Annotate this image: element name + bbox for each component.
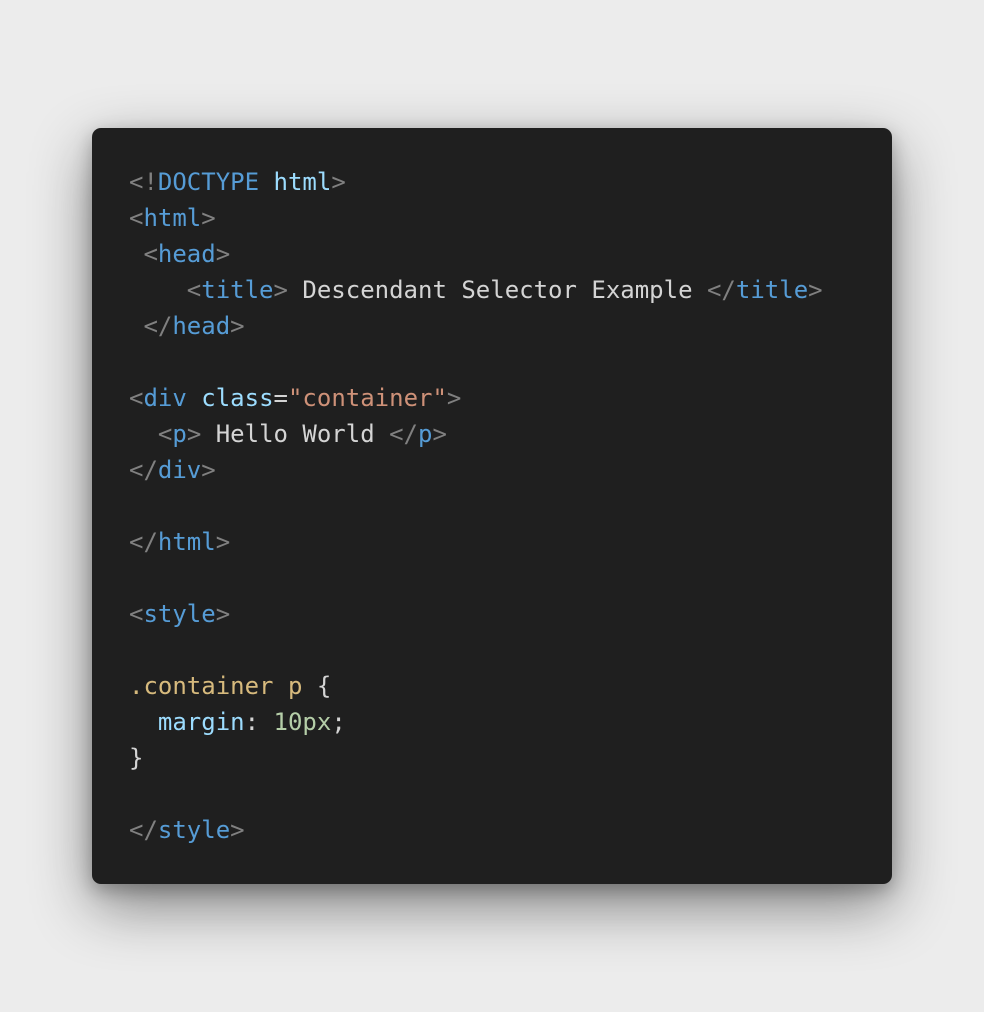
code-token-punct: </: [389, 420, 419, 448]
code-token-text: {: [302, 672, 332, 700]
screenshot-background: <!DOCTYPE html> <html> <head> <title> Des…: [0, 0, 984, 1012]
code-token-tag: p: [418, 420, 433, 448]
code-token-punct: >: [230, 816, 245, 844]
code-token-punct: >: [201, 204, 216, 232]
code-token-punct: >: [808, 276, 823, 304]
code-token-punct: >: [186, 420, 202, 448]
code-token-punct: </: [706, 276, 736, 304]
code-token-attr: class: [201, 384, 274, 412]
code-block: <!DOCTYPE html> <html> <head> <title> Des…: [129, 164, 823, 848]
code-token-tag: html: [143, 204, 202, 232]
code-token-tag: DOCTYPE: [157, 168, 260, 196]
code-token-punct: <: [143, 240, 158, 268]
code-token-tag: html: [157, 528, 216, 556]
code-token-punct: >: [201, 456, 216, 484]
code-line: }: [129, 740, 823, 776]
code-line: <head>: [129, 236, 823, 272]
code-token-punct: <: [129, 204, 144, 232]
code-token-punct: </: [129, 456, 158, 484]
code-token-text: ;: [331, 708, 346, 736]
code-token-punct: <: [129, 384, 144, 412]
code-token-punct: >: [215, 528, 231, 556]
code-line: <title> Descendant Selector Example </ti…: [129, 272, 823, 308]
code-line: <!DOCTYPE html>: [129, 164, 823, 200]
code-token-string: "container": [287, 384, 447, 412]
code-token-punct: >: [331, 168, 346, 196]
code-token-punct: <: [186, 276, 202, 304]
code-token-punct: >: [230, 312, 245, 340]
code-token-tag: div: [157, 456, 202, 484]
code-line: <div class="container">: [129, 380, 823, 416]
code-snippet-window: <!DOCTYPE html> <html> <head> <title> Des…: [92, 128, 892, 884]
code-token-punct: >: [273, 276, 288, 304]
code-token-tag: div: [143, 384, 187, 412]
code-token-text: =: [273, 384, 288, 412]
code-token-attr: html: [273, 168, 332, 196]
code-token-text: :: [244, 708, 274, 736]
code-token-text: Descendant Selector Example: [287, 276, 707, 304]
code-token-number: 10px: [273, 708, 332, 736]
code-token-punct: >: [215, 240, 231, 268]
code-token-punct: <!: [129, 168, 158, 196]
code-line: margin: 10px;: [129, 704, 823, 740]
code-token-punct: >: [215, 600, 231, 628]
code-token-text: }: [129, 744, 144, 772]
code-token-tag: title: [201, 276, 274, 304]
code-line: </div>: [129, 452, 823, 488]
code-line: </head>: [129, 308, 823, 344]
code-token-selector: .container p: [129, 672, 303, 700]
code-token-punct: >: [432, 420, 447, 448]
code-token-attr: margin: [157, 708, 245, 736]
code-token-tag: title: [735, 276, 809, 304]
code-line: </html>: [129, 524, 823, 560]
code-token-tag: style: [157, 816, 231, 844]
code-line: <p> Hello World </p>: [129, 416, 823, 452]
code-token-punct: <: [129, 600, 144, 628]
code-token-tag: head: [157, 240, 216, 268]
code-line: </style>: [129, 812, 823, 848]
code-line: <html>: [129, 200, 823, 236]
code-token-punct: </: [129, 816, 158, 844]
code-line: .container p {: [129, 668, 823, 704]
code-token-punct: <: [157, 420, 173, 448]
code-token-punct: </: [129, 528, 158, 556]
code-token-punct: </: [143, 312, 173, 340]
code-token-tag: style: [143, 600, 216, 628]
code-token-tag: p: [172, 420, 187, 448]
code-token-text: Hello World: [201, 420, 390, 448]
code-token-punct: >: [446, 384, 462, 412]
code-token-tag: head: [172, 312, 231, 340]
code-line: <style>: [129, 596, 823, 632]
